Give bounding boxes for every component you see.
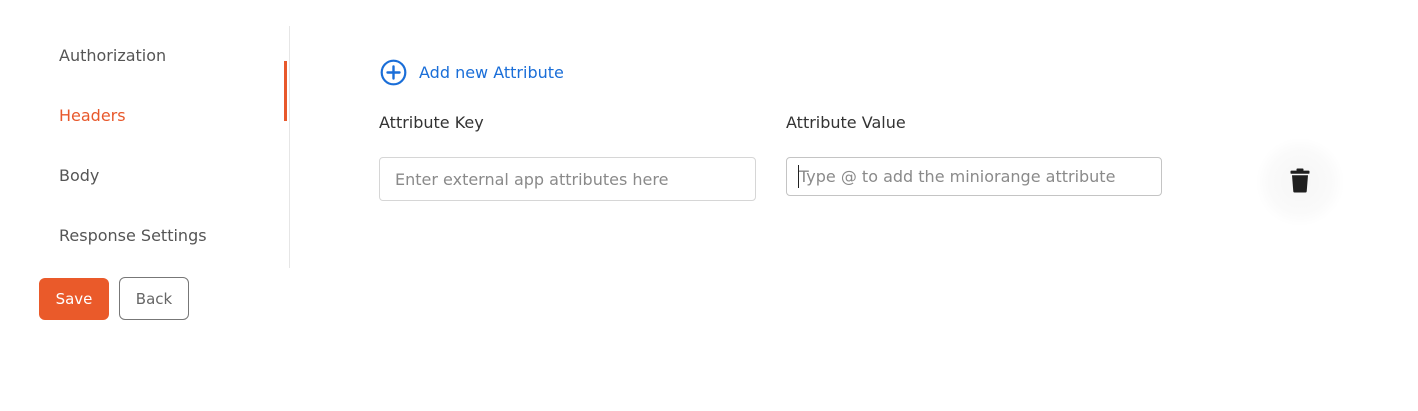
attribute-key-input[interactable] bbox=[379, 157, 756, 201]
save-button[interactable]: Save bbox=[39, 278, 109, 320]
back-button[interactable]: Back bbox=[119, 277, 189, 320]
attribute-key-label: Attribute Key bbox=[379, 113, 484, 132]
trash-icon bbox=[1290, 168, 1310, 197]
add-new-attribute-link[interactable]: Add new Attribute bbox=[380, 58, 564, 86]
sidebar-item-body[interactable]: Body bbox=[59, 146, 288, 206]
settings-sidebar: Authorization Headers Body Response Sett… bbox=[0, 26, 290, 268]
attribute-value-input[interactable] bbox=[786, 157, 1162, 196]
active-tab-indicator bbox=[284, 61, 287, 121]
sidebar-item-headers[interactable]: Headers bbox=[59, 86, 288, 146]
sidebar-item-authorization[interactable]: Authorization bbox=[59, 26, 288, 86]
page: Authorization Headers Body Response Sett… bbox=[0, 0, 1418, 411]
add-new-attribute-label: Add new Attribute bbox=[419, 62, 564, 82]
text-cursor bbox=[798, 165, 799, 188]
plus-circle-icon bbox=[380, 59, 407, 86]
delete-attribute-button[interactable] bbox=[1256, 138, 1344, 226]
attribute-value-label: Attribute Value bbox=[786, 113, 906, 132]
sidebar-item-response-settings[interactable]: Response Settings bbox=[59, 206, 288, 266]
